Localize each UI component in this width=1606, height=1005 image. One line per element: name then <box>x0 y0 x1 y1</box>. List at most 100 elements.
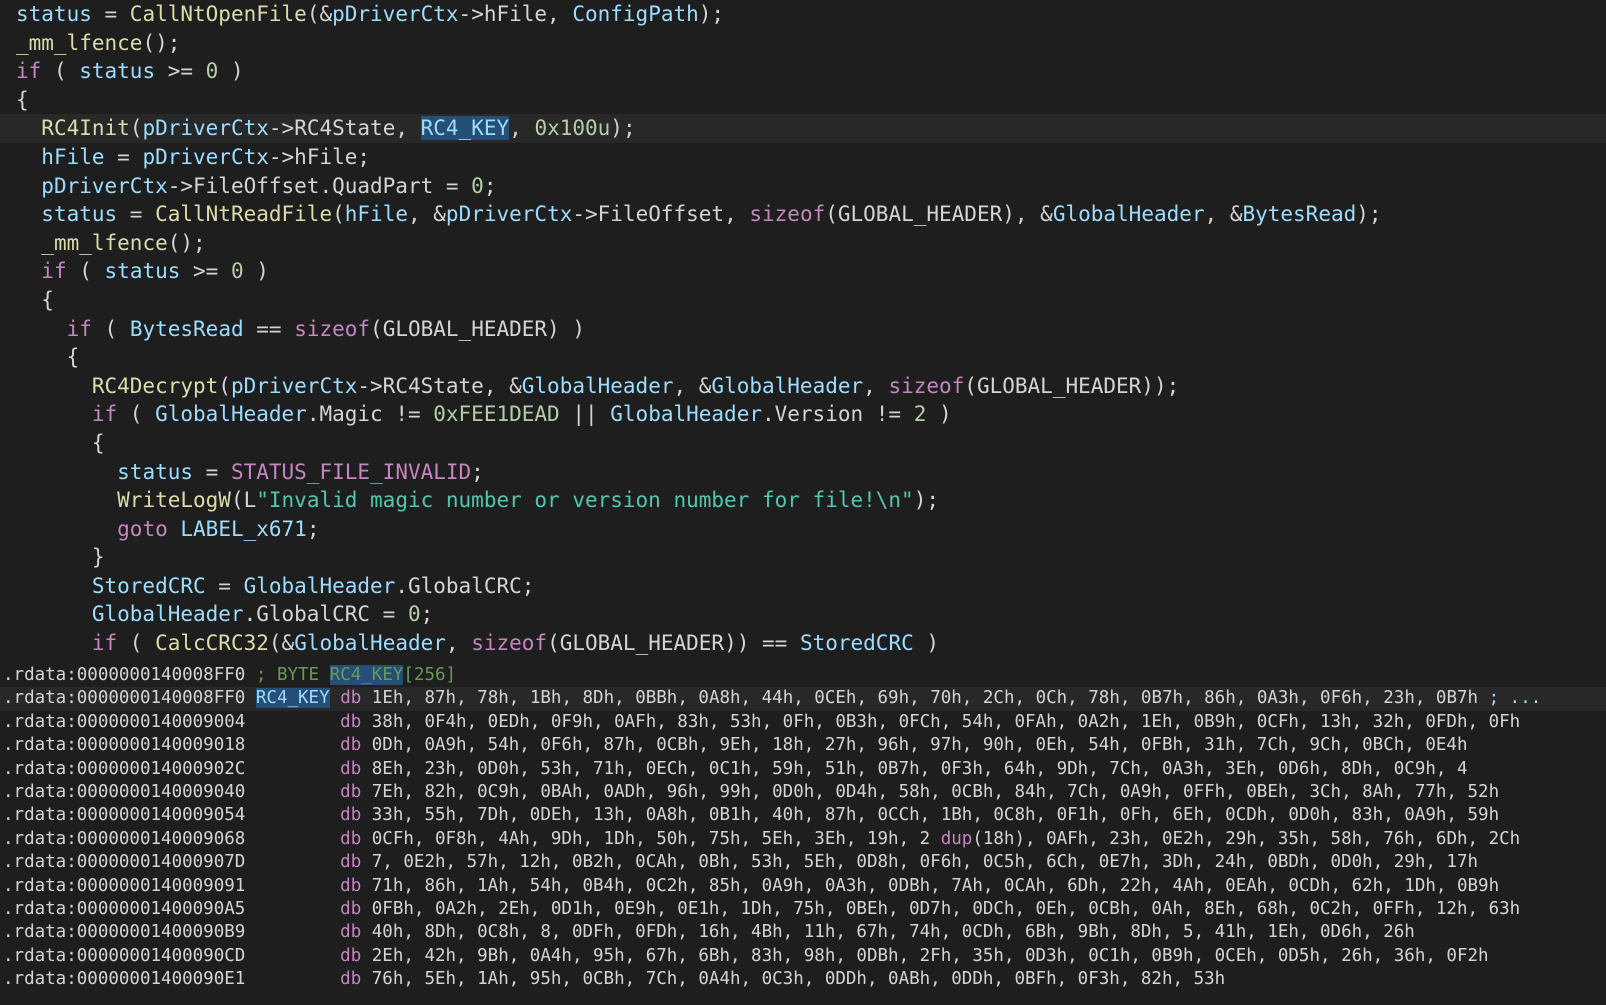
token-num: 2 <box>913 402 927 427</box>
token-plain: , & <box>1204 202 1243 227</box>
data-line[interactable]: .rdata:0000000140009040 db 7Eh, 82h, 0C9… <box>0 781 1606 804</box>
token-plain: ); <box>913 488 939 513</box>
token-plain: = <box>91 2 130 26</box>
token-num: 0 <box>407 602 421 627</box>
code-line[interactable]: pDriverCtx->FileOffset.QuadPart = 0; <box>0 172 1606 201</box>
token-plain: ( <box>117 402 156 427</box>
token-var: hFile <box>41 144 105 169</box>
data-line[interactable]: .rdata:00000001400090E1 db 76h, 5Eh, 1Ah… <box>0 968 1606 991</box>
token-plain: ( <box>129 116 143 141</box>
token-addr: .rdata:0000000140009068 <box>3 828 341 849</box>
data-line[interactable]: .rdata:0000000140009091 db 71h, 86h, 1Ah… <box>0 875 1606 898</box>
token-var: pDriverCtx <box>332 2 459 26</box>
code-line[interactable]: goto LABEL_x671; <box>0 515 1606 544</box>
code-line[interactable]: { <box>0 429 1606 458</box>
token-plain: } <box>16 545 105 570</box>
token-plain: .GlobalCRC; <box>395 573 535 598</box>
code-line[interactable]: if ( status >= 0 ) <box>0 57 1606 86</box>
token-kw: sizeof <box>888 373 965 398</box>
token-str: "Invalid magic number or version number … <box>256 488 914 513</box>
token-bytes: 1Eh, 87h, 78h, 1Bh, 8Dh, 0BBh, 0A8h, 44h… <box>361 688 1489 709</box>
token-addr: .rdata:0000000140009040 <box>3 781 341 802</box>
data-line[interactable]: .rdata:0000000140008FF0 ; BYTE RC4_KEY[2… <box>0 664 1606 687</box>
token-addr: .rdata:0000000140009004 <box>3 711 341 732</box>
token-addr: .rdata:000000014000902C <box>3 758 341 779</box>
token-bytes: 71h, 86h, 1Ah, 54h, 0B4h, 0C2h, 85h, 0A9… <box>361 875 1500 896</box>
token-plain: ( <box>218 373 231 398</box>
token-plain: , <box>445 631 472 656</box>
token-db: db <box>340 898 362 919</box>
disassembly-view[interactable]: .rdata:0000000140008FF0 ; BYTE RC4_KEY[2… <box>0 664 1606 1005</box>
token-var: ConfigPath <box>572 2 699 26</box>
code-line[interactable]: RC4Decrypt(pDriverCtx->RC4State, &Global… <box>0 372 1606 401</box>
code-line[interactable]: } <box>0 543 1606 572</box>
token-num: 0 <box>230 259 244 284</box>
data-line[interactable]: .rdata:00000001400090B9 db 40h, 8Dh, 0C8… <box>0 921 1606 944</box>
token-cmt: [256] <box>403 665 457 685</box>
data-line[interactable]: .rdata:0000000140009018 db 0Dh, 0A9h, 54… <box>0 734 1606 757</box>
token-var: status <box>16 2 92 26</box>
token-fn: WriteLogW <box>117 488 231 513</box>
token-var: BytesRead <box>129 316 244 341</box>
token-kw: goto <box>117 516 168 541</box>
token-addr: .rdata:0000000140009054 <box>3 805 341 826</box>
token-fn: CalcCRC32 <box>155 631 269 656</box>
token-plain: == <box>243 316 295 341</box>
token-plain: = <box>193 459 231 484</box>
data-line[interactable]: .rdata:0000000140008FF0 RC4_KEY db 1Eh, … <box>0 687 1606 711</box>
token-lblhl: RC4_KEY <box>255 688 330 709</box>
code-line[interactable]: RC4Init(pDriverCtx->RC4State, RC4_KEY, 0… <box>0 114 1606 143</box>
code-line[interactable]: _mm_lfence(); <box>0 229 1606 258</box>
token-plain: ( <box>41 59 80 84</box>
token-plain: (); <box>142 30 181 55</box>
code-line[interactable]: status = CallNtReadFile(hFile, &pDriverC… <box>0 200 1606 229</box>
code-line[interactable]: if ( BytesRead == sizeof(GLOBAL_HEADER) … <box>0 315 1606 344</box>
code-line[interactable]: if ( status >= 0 ) <box>0 257 1606 286</box>
token-db: db <box>340 945 362 966</box>
code-line[interactable]: { <box>0 343 1606 372</box>
token-db: db <box>340 969 362 990</box>
code-line[interactable]: StoredCRC = GlobalHeader.GlobalCRC; <box>0 572 1606 601</box>
code-line[interactable]: GlobalHeader.GlobalCRC = 0; <box>0 600 1606 629</box>
token-db: db <box>340 828 362 849</box>
code-line[interactable]: { <box>0 286 1606 315</box>
code-line[interactable]: status = STATUS_FILE_INVALID; <box>0 458 1606 487</box>
code-line[interactable]: _mm_lfence(); <box>0 29 1606 58</box>
token-hl: RC4_KEY <box>420 116 510 141</box>
code-line[interactable]: if ( GlobalHeader.Magic != 0xFEE1DEAD ||… <box>0 400 1606 429</box>
data-line[interactable]: .rdata:000000014000907D db 7, 0E2h, 57h,… <box>0 851 1606 874</box>
code-line[interactable]: WriteLogW(L"Invalid magic number or vers… <box>0 486 1606 515</box>
token-plain: (); <box>167 230 206 255</box>
token-plain: (& <box>306 2 333 26</box>
token-addr: .rdata:00000001400090E1 <box>3 969 341 990</box>
token-plain: || <box>559 402 611 427</box>
token-bytes: 0FBh, 0A2h, 2Eh, 0D1h, 0E9h, 0E1h, 1Dh, … <box>361 898 1521 919</box>
pseudocode-view[interactable]: status = CallNtOpenFile(&pDriverCtx->hFi… <box>0 0 1606 664</box>
data-line[interactable]: .rdata:0000000140009068 db 0CFh, 0F8h, 4… <box>0 828 1606 851</box>
code-line[interactable]: hFile = pDriverCtx->hFile; <box>0 143 1606 172</box>
code-line[interactable]: status = CallNtOpenFile(&pDriverCtx->hFi… <box>0 0 1606 29</box>
token-plain: { <box>16 345 80 370</box>
data-line[interactable]: .rdata:0000000140009054 db 33h, 55h, 7Dh… <box>0 804 1606 827</box>
data-line[interactable]: .rdata:0000000140009004 db 38h, 0F4h, 0E… <box>0 711 1606 734</box>
token-var: GlobalHeader <box>610 402 762 427</box>
data-line[interactable]: .rdata:00000001400090A5 db 0FBh, 0A2h, 2… <box>0 898 1606 921</box>
data-line[interactable]: .rdata:000000014000902C db 8Eh, 23h, 0D0… <box>0 758 1606 781</box>
token-var: hFile <box>344 202 408 227</box>
token-bytes: 76h, 5Eh, 1Ah, 95h, 0CBh, 7Ch, 0A4h, 0C3… <box>361 969 1226 990</box>
token-bytes: (18h), 0AFh, 23h, 0E2h, 29h, 35h, 58h, 7… <box>972 828 1521 849</box>
code-line[interactable]: { <box>0 86 1606 115</box>
token-fn: _mm_lfence <box>16 30 143 55</box>
token-bytes: 7, 0E2h, 57h, 12h, 0B2h, 0CAh, 0Bh, 53h,… <box>361 852 1479 873</box>
token-dup: dup <box>940 828 973 849</box>
token-plain: = <box>205 573 244 598</box>
token-plain: >= <box>155 59 206 84</box>
data-line[interactable]: .rdata:00000001400090CD db 2Eh, 42h, 9Bh… <box>0 945 1606 968</box>
code-line[interactable]: if ( CalcCRC32(&GlobalHeader, sizeof(GLO… <box>0 629 1606 658</box>
token-var: GlobalHeader <box>155 402 307 427</box>
